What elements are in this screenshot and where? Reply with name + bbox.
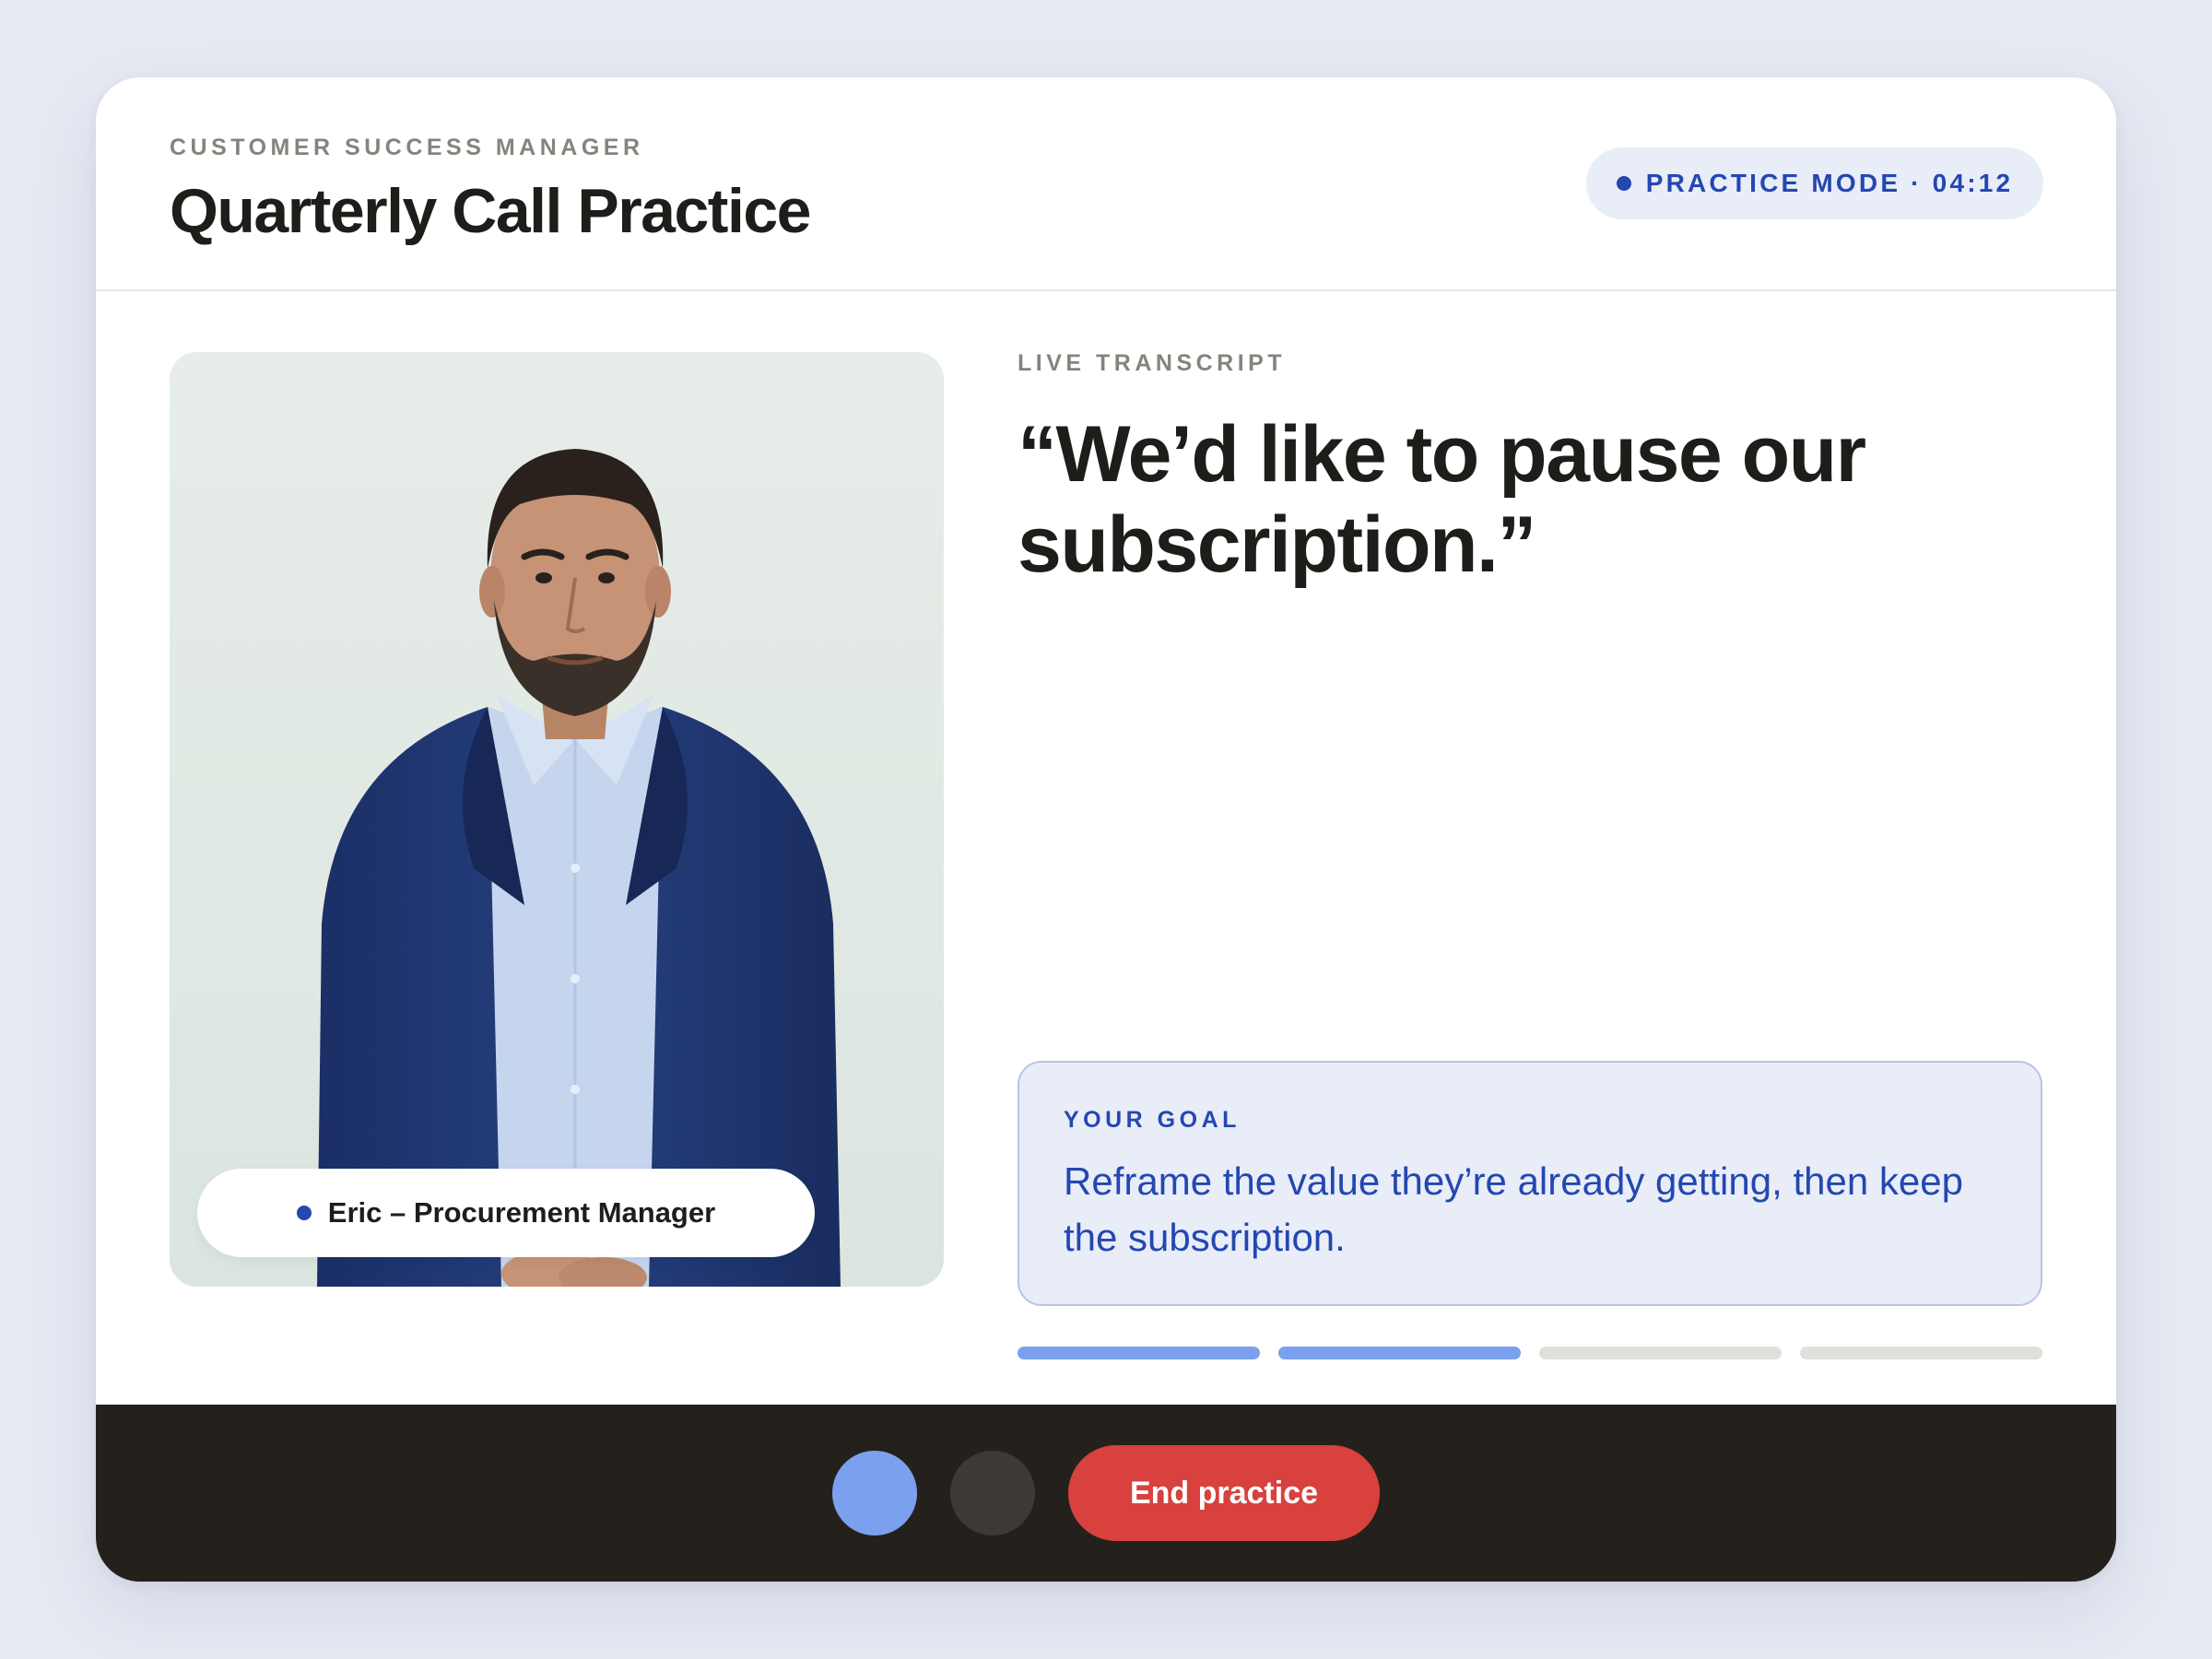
goal-panel: YOUR GOAL Reframe the value they’re alre… [1018,1061,2042,1306]
goal-text: Reframe the value they’re already gettin… [1064,1159,1963,1259]
control-bar: End practice [96,1405,2116,1582]
camera-toggle[interactable] [950,1451,1035,1535]
progress-segment [1539,1347,1782,1359]
progress-segment [1278,1347,1521,1359]
header: CUSTOMER SUCCESS MANAGER Quarterly Call … [96,77,2116,291]
goal-label: YOUR GOAL [1064,1107,1241,1133]
practice-mode-timer: PRACTICE MODE · 04:12 [1645,169,2014,197]
persona-video: Eric – Procurement Manager [170,352,944,1287]
practice-card: CUSTOMER SUCCESS MANAGER Quarterly Call … [96,77,2116,1582]
end-practice-button[interactable]: End practice [1068,1445,1380,1541]
transcript-label: LIVE TRANSCRIPT [1018,350,1287,376]
progress-indicator [1018,1347,2042,1359]
persona-portrait-illustration [170,352,944,1287]
role-eyebrow: CUSTOMER SUCCESS MANAGER [170,135,644,160]
persona-name: Eric – Procurement Manager [327,1196,716,1229]
status-dot-icon [1616,176,1631,191]
progress-segment [1018,1347,1260,1359]
microphone-toggle[interactable] [832,1451,917,1535]
page-title: Quarterly Call Practice [170,176,811,246]
transcript-quote: “We’d like to pause our subscription.” [1018,410,1866,589]
persona-name-tag: Eric – Procurement Manager [197,1169,815,1257]
status-dot-icon [296,1206,312,1220]
practice-mode-badge: PRACTICE MODE · 04:12 [1586,147,2043,219]
progress-segment [1800,1347,2042,1359]
